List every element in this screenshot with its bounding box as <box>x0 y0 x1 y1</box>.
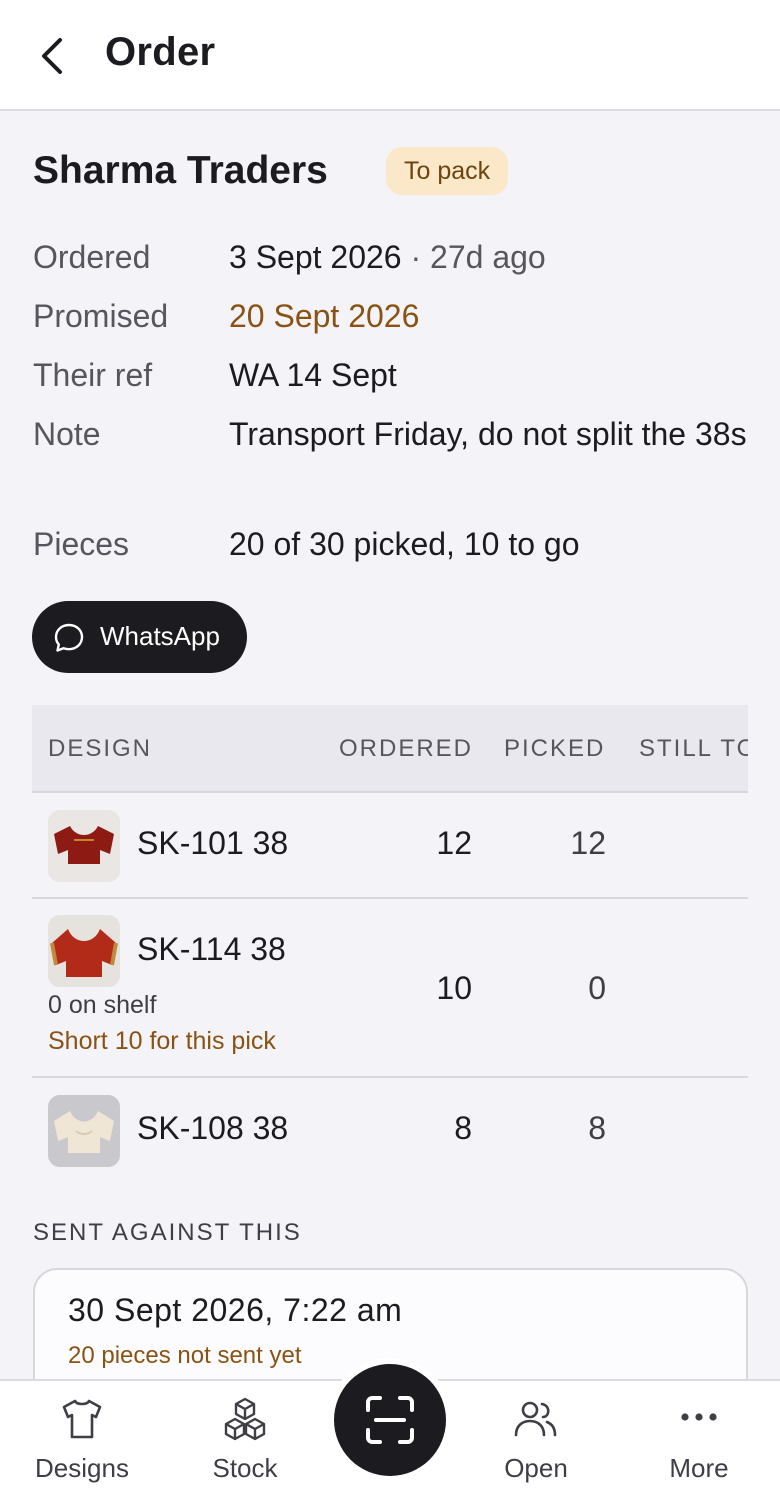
ordered-ago: · 27d ago <box>410 239 546 275</box>
ordered-value: 3 Sept 2026 · 27d ago <box>229 232 749 282</box>
ordered-date: 3 Sept 2026 <box>229 239 402 275</box>
column-header-ordered: ORDERED <box>339 735 474 762</box>
ref-value: WA 14 Sept <box>229 357 397 393</box>
scan-icon <box>366 1396 414 1444</box>
more-dots-icon <box>681 1413 717 1421</box>
note-row: Note Transport Friday, do not split the … <box>33 409 753 509</box>
chevron-left-icon <box>42 38 62 74</box>
order-lines-table: DESIGN ORDERED PICKED STILL TO SK-101 38… <box>32 705 748 1186</box>
design-code: SK-114 38 <box>137 931 286 967</box>
column-header-picked: PICKED <box>504 735 606 762</box>
design-code: SK-101 38 <box>137 825 289 861</box>
ordered-label: Ordered <box>33 239 151 275</box>
table-row[interactable]: SK-101 38 12 12 <box>32 793 748 899</box>
chat-bubble-icon <box>54 623 84 652</box>
pieces-value: 20 of 30 picked, 10 to go <box>229 526 580 562</box>
shelf-count: 0 on shelf <box>48 991 157 1019</box>
pieces-row: Pieces 20 of 30 picked, 10 to go <box>33 519 753 569</box>
design-code: SK-108 38 <box>137 1110 289 1146</box>
design-thumbnail <box>48 1095 120 1167</box>
table-header: DESIGN ORDERED PICKED STILL TO <box>32 705 748 793</box>
ordered-row: Ordered 3 Sept 2026 · 27d ago <box>33 232 753 282</box>
picked-qty: 8 <box>588 1110 606 1146</box>
short-warning: Short 10 for this pick <box>48 1027 276 1055</box>
back-button[interactable] <box>34 34 74 78</box>
whatsapp-label: WhatsApp <box>100 621 220 651</box>
nav-designs-label: Designs <box>35 1453 129 1483</box>
ref-row: Their ref WA 14 Sept <box>33 350 753 400</box>
column-header-design: DESIGN <box>48 735 153 762</box>
promised-date: 20 Sept 2026 <box>229 298 420 334</box>
nav-open[interactable]: Open <box>476 1395 596 1485</box>
ordered-qty: 8 <box>454 1110 472 1146</box>
page-title: Order <box>105 30 216 74</box>
ref-label: Their ref <box>33 357 153 393</box>
promised-row: Promised 20 Sept 2026 <box>33 291 753 341</box>
ordered-qty: 10 <box>436 970 472 1006</box>
sent-section-title: SENT AGAINST THIS <box>33 1219 302 1246</box>
pieces-label: Pieces <box>33 526 130 562</box>
blouse-image-icon <box>48 915 120 987</box>
promised-label: Promised <box>33 298 169 334</box>
blouse-image-icon <box>48 810 120 882</box>
nav-stock[interactable]: Stock <box>185 1395 305 1485</box>
users-icon <box>514 1401 557 1437</box>
shirt-icon <box>62 1399 102 1439</box>
nav-open-label: Open <box>504 1453 568 1483</box>
table-row[interactable]: SK-114 38 0 on shelf Short 10 for this p… <box>32 899 748 1078</box>
note-value: Transport Friday, do not split the 38s <box>229 416 747 452</box>
table-row[interactable]: SK-108 38 8 8 <box>32 1078 748 1186</box>
design-thumbnail <box>48 915 120 987</box>
boxes-icon <box>224 1397 266 1441</box>
shipment-note: 20 pieces not sent yet <box>68 1342 302 1369</box>
picked-qty: 0 <box>588 970 606 1006</box>
whatsapp-button[interactable]: WhatsApp <box>32 601 247 673</box>
design-thumbnail <box>48 810 120 882</box>
customer-name: Sharma Traders <box>33 149 328 192</box>
ordered-qty: 12 <box>436 825 472 861</box>
nav-designs[interactable]: Designs <box>22 1395 142 1485</box>
shipment-date: 30 Sept 2026, 7:22 am <box>68 1292 403 1328</box>
status-badge: To pack <box>386 147 509 195</box>
scan-button[interactable] <box>334 1364 446 1476</box>
nav-stock-label: Stock <box>212 1453 278 1483</box>
top-app-bar: Order <box>0 0 780 111</box>
note-label: Note <box>33 416 101 452</box>
picked-qty: 12 <box>570 825 606 861</box>
nav-more[interactable]: More <box>639 1395 759 1485</box>
nav-more-label: More <box>669 1453 729 1483</box>
column-header-still-to: STILL TO <box>639 735 748 762</box>
blouse-image-icon <box>48 1095 120 1167</box>
